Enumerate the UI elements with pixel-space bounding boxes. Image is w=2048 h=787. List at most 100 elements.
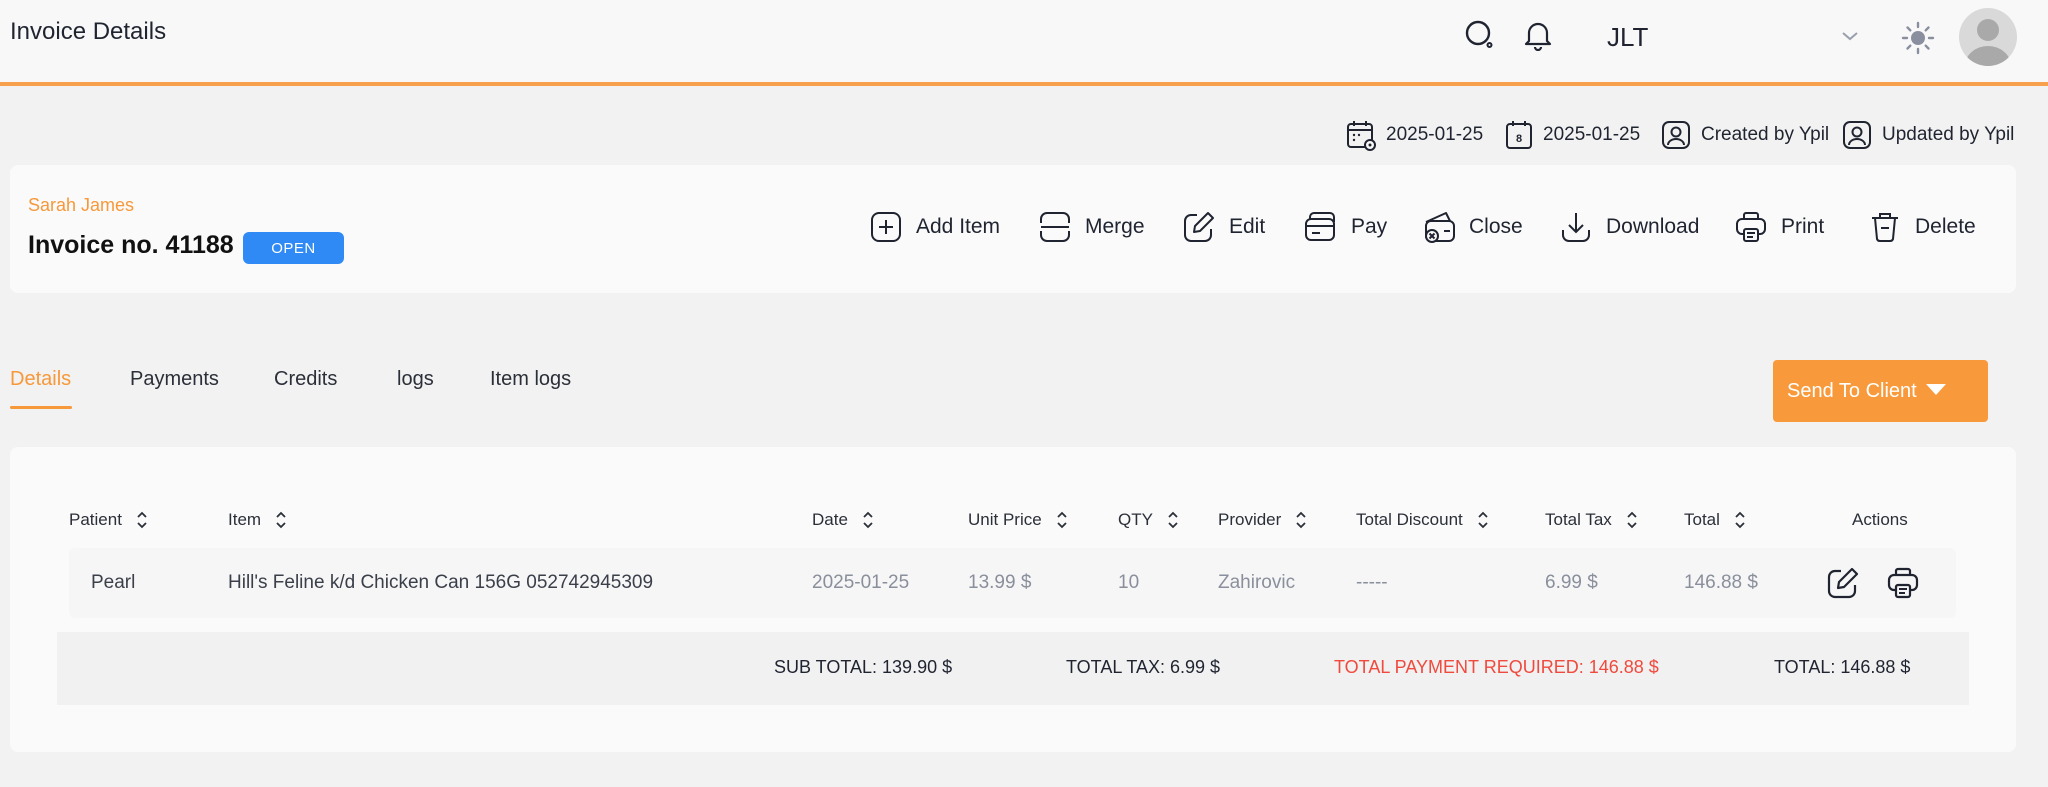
column-header-label: Unit Price <box>968 510 1042 529</box>
close-button[interactable]: Close <box>1421 207 1523 247</box>
row-edit-icon[interactable] <box>1825 565 1861 601</box>
invoice-header-card: Sarah James Invoice no. 41188 OPEN Add I… <box>10 165 2016 293</box>
tab-credits[interactable]: Credits <box>274 368 337 391</box>
sort-icon[interactable] <box>1167 510 1179 530</box>
updated-date-text: 2025-01-25 <box>1543 124 1641 145</box>
merge-button[interactable]: Merge <box>1037 207 1145 247</box>
column-header-actions: Actions <box>1852 510 1908 530</box>
column-header-label: Date <box>812 510 848 529</box>
sort-icon[interactable] <box>1734 510 1746 530</box>
column-header-qty[interactable]: QTY <box>1118 510 1179 530</box>
close-label: Close <box>1469 215 1523 238</box>
created-date-text: 2025-01-25 <box>1386 124 1484 145</box>
delete-button[interactable]: Delete <box>1867 207 1976 247</box>
sub-total: SUB TOTAL: 139.90 $ <box>774 657 953 677</box>
created-date: 2025-01-25 <box>1346 118 1483 152</box>
sort-icon[interactable] <box>1295 510 1307 530</box>
created-by-text: Created by Ypil <box>1701 124 1830 145</box>
cell-total: 146.88 $ <box>1684 572 1758 593</box>
cell-total-tax: 6.99 $ <box>1545 572 1598 593</box>
user-icon <box>1662 121 1690 149</box>
tab-payments[interactable]: Payments <box>130 368 219 391</box>
clinic-selector[interactable]: JLT <box>1607 22 1648 53</box>
sort-icon[interactable] <box>275 510 287 530</box>
column-header-label: QTY <box>1118 510 1153 529</box>
edit-label: Edit <box>1229 215 1266 238</box>
created-by: Created by Ypil <box>1661 118 1829 152</box>
invoice-number: Invoice no. 41188 <box>28 231 234 259</box>
search-icon[interactable] <box>1463 18 1497 52</box>
tab-item-logs[interactable]: Item logs <box>490 368 571 391</box>
grand-total: TOTAL: 146.88 $ <box>1774 657 1911 677</box>
column-header-provider[interactable]: Provider <box>1218 510 1307 530</box>
status-badge: OPEN <box>243 232 344 264</box>
updated-by-text: Updated by Ypil <box>1882 124 2015 145</box>
updated-by: Updated by Ypil <box>1842 118 2014 152</box>
total-tax: TOTAL TAX: 6.99 $ <box>1066 657 1221 677</box>
user-icon <box>1843 121 1871 149</box>
top-bar: Invoice Details JLT <box>0 0 2048 86</box>
close-wallet-icon <box>1421 209 1457 245</box>
column-header-label: Total Discount <box>1356 510 1463 529</box>
cell-qty: 10 <box>1118 572 1140 593</box>
cell-item: Hill's Feline k/d Chicken Can 156G 05274… <box>228 572 654 593</box>
merge-icon <box>1037 209 1073 245</box>
merge-label: Merge <box>1085 215 1145 238</box>
edit-icon <box>1181 209 1217 245</box>
cell-patient: Pearl <box>91 572 136 593</box>
column-header-total-discount[interactable]: Total Discount <box>1356 510 1489 530</box>
column-header-label: Total Tax <box>1545 510 1612 529</box>
column-header-date[interactable]: Date <box>812 510 874 530</box>
delete-label: Delete <box>1915 215 1976 238</box>
row-print-icon[interactable] <box>1885 565 1921 601</box>
column-header-item[interactable]: Item <box>228 510 287 530</box>
print-button[interactable]: Print <box>1733 207 1824 247</box>
sort-icon[interactable] <box>862 510 874 530</box>
totals-bar <box>57 632 1969 705</box>
plus-square-icon <box>868 209 904 245</box>
column-header-total[interactable]: Total <box>1684 510 1746 530</box>
add-item-button[interactable]: Add Item <box>868 207 1000 247</box>
total-payment-required: TOTAL PAYMENT REQUIRED: 146.88 $ <box>1334 657 1659 677</box>
send-to-client-button[interactable]: Send To Client <box>1773 360 1988 422</box>
tab-details[interactable]: Details <box>10 368 71 391</box>
add-item-label: Add Item <box>916 215 1001 238</box>
wallet-icon <box>1303 209 1339 245</box>
column-header-label: Provider <box>1218 510 1282 529</box>
print-label: Print <box>1781 215 1825 238</box>
sort-icon[interactable] <box>1477 510 1489 530</box>
caret-down-icon[interactable] <box>1926 384 1946 395</box>
sort-icon[interactable] <box>1056 510 1068 530</box>
cell-unit-price: 13.99 $ <box>968 572 1032 593</box>
client-name-link[interactable]: Sarah James <box>28 195 134 216</box>
column-header-label: Actions <box>1852 510 1908 529</box>
calendar-day-glyph: 8 <box>1516 133 1522 145</box>
column-header-label: Patient <box>69 510 122 529</box>
page-title: Invoice Details <box>10 18 167 45</box>
sort-icon[interactable] <box>1626 510 1638 530</box>
bell-icon[interactable] <box>1521 18 1555 52</box>
sort-icon[interactable] <box>136 510 148 530</box>
active-tab-indicator <box>10 406 72 409</box>
calendar-icon: 8 <box>1506 121 1532 149</box>
column-header-unit-price[interactable]: Unit Price <box>968 510 1068 530</box>
pay-button[interactable]: Pay <box>1303 207 1387 247</box>
column-header-label: Item <box>228 510 262 529</box>
column-header-label: Total <box>1684 510 1720 529</box>
pay-label: Pay <box>1351 215 1388 238</box>
cell-provider: Zahirovic <box>1218 572 1296 593</box>
tab-logs[interactable]: logs <box>397 368 434 391</box>
edit-button[interactable]: Edit <box>1181 207 1265 247</box>
sun-icon[interactable] <box>1900 20 1936 56</box>
printer-icon <box>1733 209 1769 245</box>
download-button[interactable]: Download <box>1558 207 1699 247</box>
column-header-patient[interactable]: Patient <box>69 510 148 530</box>
download-label: Download <box>1606 215 1700 238</box>
trash-icon <box>1867 209 1903 245</box>
column-header-total-tax[interactable]: Total Tax <box>1545 510 1638 530</box>
avatar[interactable] <box>1959 8 2017 66</box>
calendar-clock-icon <box>1347 121 1376 151</box>
chevron-down-icon[interactable] <box>1838 24 1862 48</box>
updated-date: 8 2025-01-25 <box>1505 118 1640 152</box>
download-icon <box>1558 209 1594 245</box>
